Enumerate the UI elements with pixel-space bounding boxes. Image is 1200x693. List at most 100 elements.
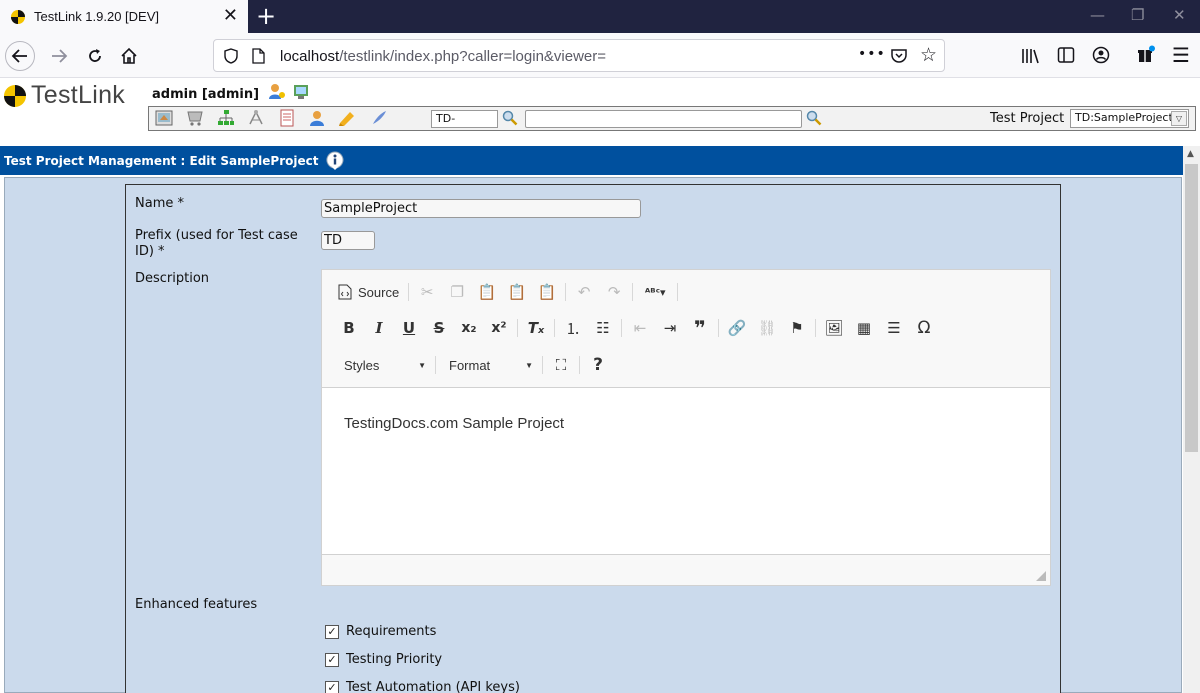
test-automation-checkbox[interactable]: ✓ — [325, 681, 339, 693]
testing-priority-checkbox[interactable]: ✓ — [325, 653, 339, 667]
paste-text-icon[interactable]: 📋 — [502, 279, 532, 305]
bold-icon[interactable]: B — [334, 315, 364, 341]
testlink-logo[interactable]: TestLink — [3, 81, 125, 110]
redo-icon[interactable]: ↷ — [599, 279, 629, 305]
test-project-icon[interactable] — [370, 109, 388, 127]
paste-icon[interactable]: 📋 — [472, 279, 502, 305]
horizontal-rule-icon[interactable]: ☰ — [879, 315, 909, 341]
prefix-label: Prefix (used for Test case ID) * — [135, 228, 298, 259]
page-scrollbar[interactable]: ▲ — [1183, 146, 1200, 693]
help-info-icon[interactable] — [326, 151, 344, 171]
image-icon[interactable]: 🖼 — [819, 315, 849, 341]
superscript-icon[interactable]: x² — [484, 315, 514, 341]
new-tab-button[interactable]: + — [256, 2, 276, 30]
menu-icon[interactable]: ☰ — [1172, 43, 1190, 67]
forward-button[interactable] — [44, 41, 74, 71]
editor-toolbar-row-1: Source ✂ ❐ 📋 📋 📋 ↶ ↷ ᴬᴮᶜ▾ — [334, 279, 681, 305]
page-icon[interactable] — [252, 48, 265, 64]
home-button[interactable] — [114, 41, 144, 71]
styles-dropdown[interactable]: Styles ▼ — [334, 358, 432, 373]
library-icon[interactable] — [1021, 47, 1041, 65]
format-dropdown[interactable]: Format ▼ — [439, 358, 539, 373]
shield-icon[interactable] — [224, 48, 238, 64]
underline-icon[interactable]: U — [394, 315, 424, 341]
scroll-up-icon[interactable]: ▲ — [1187, 149, 1194, 159]
test-execution-icon[interactable] — [247, 109, 265, 127]
editor-content-area[interactable]: TestingDocs.com Sample Project — [322, 388, 1050, 554]
more-actions-icon[interactable]: ••• — [858, 46, 886, 62]
copy-icon[interactable]: ❐ — [442, 279, 472, 305]
minimize-icon[interactable]: — — [1090, 6, 1105, 24]
sidebar-icon[interactable] — [1057, 46, 1075, 64]
toolbar-separator — [632, 283, 634, 301]
format-label: Format — [449, 357, 491, 373]
editor-toolbar-row-3: Styles ▼ Format ▼ ⛶ ? — [334, 352, 613, 378]
strikethrough-icon[interactable]: S — [424, 315, 454, 341]
scrollbar-thumb[interactable] — [1185, 164, 1198, 452]
blockquote-icon[interactable]: ❞ — [685, 315, 715, 341]
undo-icon[interactable]: ↶ — [569, 279, 599, 305]
italic-icon[interactable]: I — [364, 315, 394, 341]
anchor-flag-icon[interactable]: ⚑ — [782, 315, 812, 341]
tab-title: TestLink 1.9.20 [DEV] — [34, 9, 160, 24]
bookmark-star-icon[interactable]: ☆ — [920, 44, 937, 66]
pocket-icon[interactable] — [890, 47, 908, 65]
desktop-icon[interactable] — [155, 109, 173, 127]
prefix-input[interactable] — [321, 231, 375, 250]
numbered-list-icon[interactable]: ⒈ — [558, 315, 588, 341]
special-char-omega-icon[interactable]: Ω — [909, 315, 939, 341]
testcase-id-input[interactable]: TD- — [431, 110, 498, 128]
name-input[interactable] — [321, 199, 641, 218]
url-bar[interactable]: localhost/testlink/index.php?caller=logi… — [213, 39, 945, 72]
window-close-icon[interactable]: ✕ — [1173, 6, 1186, 24]
subscript-icon[interactable]: x₂ — [454, 315, 484, 341]
reload-button[interactable] — [80, 41, 110, 71]
reports-icon[interactable] — [278, 109, 296, 127]
toolbar-separator — [435, 356, 436, 374]
link-icon[interactable]: 🔗 — [722, 315, 752, 341]
testlink-main-toolbar: TD- Test Project TD:SampleProject ▽ — [148, 106, 1196, 131]
url-text[interactable]: localhost/testlink/index.php?caller=logi… — [280, 48, 606, 65]
unlink-icon[interactable]: ⛓ — [752, 315, 782, 341]
text-search-input[interactable] — [525, 110, 802, 128]
remove-format-icon[interactable]: Tₓ — [521, 315, 551, 341]
bulleted-list-icon[interactable]: ☷ — [588, 315, 618, 341]
description-label: Description — [135, 271, 210, 286]
tab-close-icon[interactable]: ✕ — [223, 6, 238, 26]
spellcheck-icon[interactable]: ᴬᴮᶜ▾ — [636, 279, 674, 305]
back-button[interactable] — [5, 41, 35, 71]
edit-project-form: Name * Prefix (used for Test case ID) * … — [125, 184, 1061, 693]
requirements-checkbox[interactable]: ✓ — [325, 625, 339, 639]
test-project-label: Test Project — [990, 111, 1065, 126]
cut-icon[interactable]: ✂ — [412, 279, 442, 305]
logout-icon[interactable] — [292, 82, 310, 100]
reload-icon — [89, 49, 101, 62]
browser-tab[interactable]: TestLink 1.9.20 [DEV] ✕ — [0, 0, 248, 33]
source-label: Source — [358, 284, 400, 300]
source-button[interactable]: Source — [334, 284, 405, 300]
help-icon[interactable]: ? — [583, 352, 613, 378]
maximize-icon[interactable]: ⛶ — [546, 352, 576, 378]
paste-from-word-icon[interactable]: 📋 — [532, 279, 562, 305]
browser-nav-bar: localhost/testlink/index.php?caller=logi… — [0, 33, 1200, 78]
editor-status-bar — [322, 554, 1050, 585]
table-icon[interactable]: ▦ — [849, 315, 879, 341]
source-icon — [338, 284, 352, 300]
account-icon[interactable] — [1092, 46, 1110, 64]
enhanced-features-label: Enhanced features — [135, 597, 258, 612]
description-text: TestingDocs.com Sample Project — [344, 415, 565, 432]
users-icon[interactable] — [308, 109, 326, 127]
requirements-icon[interactable] — [186, 109, 204, 127]
restore-icon[interactable]: ❐ — [1131, 6, 1144, 24]
extensions-gift-icon[interactable] — [1136, 45, 1156, 65]
toolbar-separator — [517, 319, 518, 337]
test-specification-icon[interactable] — [217, 109, 235, 127]
decrease-indent-icon[interactable]: ⇤ — [625, 315, 655, 341]
search-text-icon[interactable] — [806, 110, 822, 126]
events-icon[interactable] — [338, 109, 356, 127]
increase-indent-icon[interactable]: ⇥ — [655, 315, 685, 341]
test-project-select[interactable]: TD:SampleProject ▽ — [1070, 109, 1189, 128]
search-icon[interactable] — [502, 110, 518, 126]
my-settings-icon[interactable] — [268, 82, 286, 100]
resize-handle-icon[interactable] — [1036, 571, 1046, 581]
